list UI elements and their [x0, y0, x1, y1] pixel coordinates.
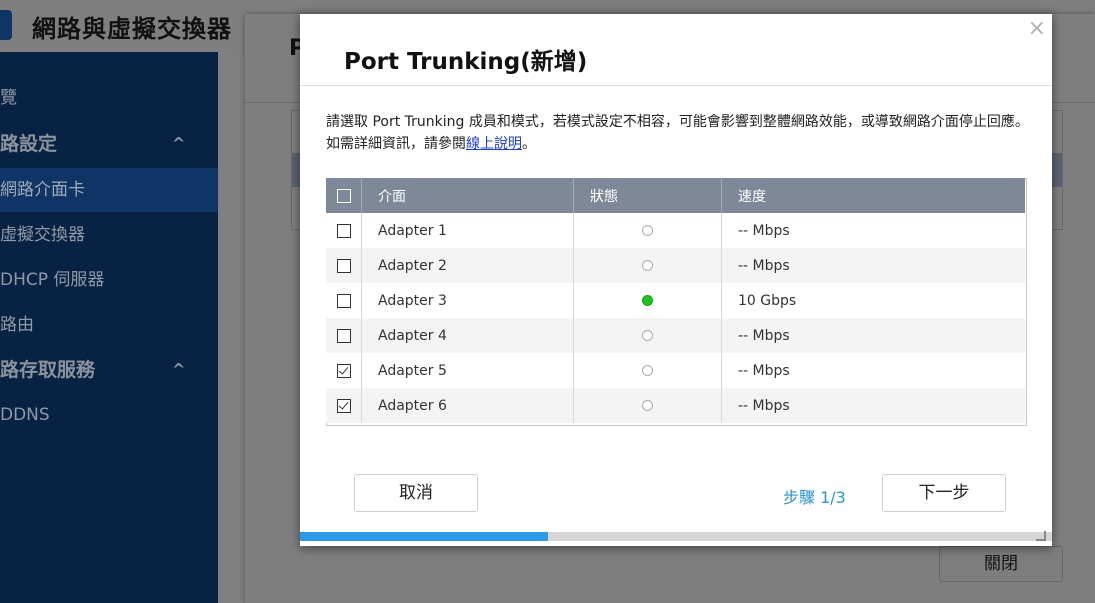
- adapter-checkbox[interactable]: [336, 258, 351, 273]
- adapter-speed: -- Mbps: [721, 248, 1025, 283]
- sidebar: 覽路設定 ^ 網路介面卡虛擬交換器 DHCP 伺服器 路由路存取服務 ^ DDNS: [0, 52, 218, 603]
- app-logo-icon: [0, 10, 12, 40]
- sidebar-item-label: 網路介面卡: [0, 180, 85, 200]
- column-header-status: 狀態: [573, 178, 722, 213]
- online-help-link[interactable]: 線上說明: [466, 136, 522, 152]
- status-off-icon: [642, 330, 653, 341]
- sidebar-item-label: 路設定: [0, 133, 58, 155]
- adapter-checkbox[interactable]: [336, 328, 351, 343]
- table-header-row: 介面 狀態 速度: [326, 178, 1025, 213]
- next-step-button[interactable]: 下一步: [882, 474, 1006, 512]
- column-header-interface: 介面: [361, 178, 574, 213]
- adapter-name: Adapter 3: [361, 283, 574, 318]
- adapter-status: [573, 388, 722, 423]
- table-row[interactable]: Adapter 3 10 Gbps: [326, 283, 1025, 318]
- sidebar-item[interactable]: DHCP 伺服器: [0, 258, 218, 302]
- sidebar-item-label: 虛擬交換器: [0, 225, 85, 245]
- table-row[interactable]: Adapter 2 -- Mbps: [326, 248, 1025, 283]
- status-off-icon: [642, 225, 653, 236]
- adapter-status: [573, 213, 722, 248]
- dialog-title: Port Trunking(新增): [344, 49, 588, 75]
- adapter-name: Adapter 4: [361, 318, 574, 353]
- table-row[interactable]: Adapter 5 -- Mbps: [326, 353, 1025, 388]
- table-row[interactable]: Adapter 6 -- Mbps: [326, 388, 1025, 423]
- resize-grip-icon[interactable]: [1036, 531, 1046, 541]
- table-row[interactable]: Adapter 1 -- Mbps: [326, 213, 1025, 248]
- adapter-speed: 10 Gbps: [721, 283, 1025, 318]
- sidebar-item-label: DDNS: [0, 405, 50, 425]
- status-off-icon: [642, 365, 653, 376]
- adapter-checkbox[interactable]: [336, 398, 351, 413]
- description-suffix: 。: [522, 136, 536, 152]
- table-row[interactable]: Adapter 4 -- Mbps: [326, 318, 1025, 353]
- row-checkbox-cell: [326, 388, 362, 423]
- dialog-description: 請選取 Port Trunking 成員和模式，若模式設定不相容，可能會影響到整…: [326, 111, 1031, 155]
- sidebar-item-label: 路存取服務: [0, 359, 96, 381]
- adapter-name: Adapter 2: [361, 248, 574, 283]
- adapter-status: [573, 353, 722, 388]
- row-checkbox-cell: [326, 213, 362, 248]
- status-off-icon: [642, 400, 653, 411]
- column-header-speed: 速度: [721, 178, 1025, 213]
- step-indicator: 步驟 1/3: [783, 488, 846, 507]
- adapter-status: [573, 283, 722, 318]
- sidebar-item[interactable]: DDNS: [0, 393, 218, 437]
- adapter-status: [573, 318, 722, 353]
- sidebar-item[interactable]: 覽: [0, 76, 218, 120]
- close-button[interactable]: 關閉: [939, 546, 1063, 582]
- sidebar-section[interactable]: 路存取服務 ^: [0, 348, 218, 392]
- sidebar-item[interactable]: 網路介面卡: [0, 168, 218, 212]
- sidebar-item-label: DHCP 伺服器: [0, 270, 105, 290]
- adapter-checkbox[interactable]: [336, 363, 351, 378]
- dialog-title-divider: [300, 85, 1052, 86]
- sidebar-item-label: 覽: [0, 88, 17, 108]
- row-checkbox-cell: [326, 318, 362, 353]
- adapter-table: 介面 狀態 速度 Adapter 1 -- Mbps Adapter 2 -- Mbp…: [326, 178, 1025, 423]
- sidebar-item-label: 路由: [0, 315, 34, 335]
- adapter-speed: -- Mbps: [721, 353, 1025, 388]
- wizard-progress-fill: [300, 532, 549, 541]
- adapter-speed: -- Mbps: [721, 318, 1025, 353]
- sidebar-item[interactable]: 路由: [0, 303, 218, 347]
- adapter-status: [573, 248, 722, 283]
- adapter-name: Adapter 1: [361, 213, 574, 248]
- row-checkbox-cell: [326, 283, 362, 318]
- chevron-up-icon[interactable]: ^: [172, 348, 185, 392]
- select-all-checkbox[interactable]: [336, 188, 351, 203]
- cancel-button[interactable]: 取消: [354, 474, 478, 512]
- port-trunking-dialog: × Port Trunking(新增) 請選取 Port Trunking 成員…: [300, 14, 1052, 546]
- adapter-checkbox[interactable]: [336, 223, 351, 238]
- adapter-checkbox[interactable]: [336, 293, 351, 308]
- status-on-icon: [642, 295, 653, 306]
- select-all-header: [326, 178, 362, 213]
- app-title: 網路與虛擬交換器: [32, 15, 232, 43]
- adapter-speed: -- Mbps: [721, 388, 1025, 423]
- adapter-table-body: Adapter 1 -- Mbps Adapter 2 -- Mbps Adapter …: [326, 213, 1025, 423]
- chevron-up-icon[interactable]: ^: [172, 122, 185, 166]
- adapter-speed: -- Mbps: [721, 213, 1025, 248]
- adapter-name: Adapter 5: [361, 353, 574, 388]
- row-checkbox-cell: [326, 353, 362, 388]
- sidebar-item[interactable]: 虛擬交換器: [0, 213, 218, 257]
- adapter-name: Adapter 6: [361, 388, 574, 423]
- wizard-progress-bar: [300, 532, 1052, 541]
- status-off-icon: [642, 260, 653, 271]
- sidebar-section[interactable]: 路設定 ^: [0, 122, 218, 166]
- row-checkbox-cell: [326, 248, 362, 283]
- description-text: 請選取 Port Trunking 成員和模式，若模式設定不相容，可能會影響到整…: [326, 114, 1029, 152]
- close-icon[interactable]: ×: [1028, 16, 1046, 41]
